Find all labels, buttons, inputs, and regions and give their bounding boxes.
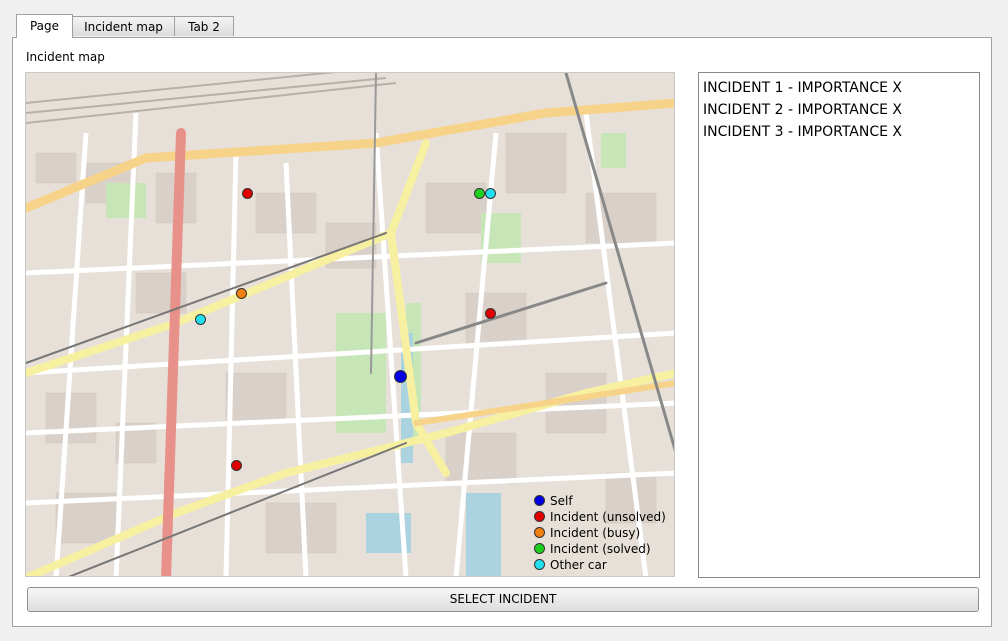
tab-page[interactable]: Page — [16, 14, 73, 38]
legend-item-solved: Incident (solved) — [532, 541, 672, 557]
legend-label: Other car — [550, 558, 607, 572]
legend-item-unsolved: Incident (unsolved) — [532, 509, 672, 525]
list-item[interactable]: INCIDENT 3 - IMPORTANCE X — [703, 121, 975, 143]
tab-tab-2[interactable]: Tab 2 — [174, 16, 234, 36]
legend-label: Incident (solved) — [550, 542, 651, 556]
incident-marker-unsolved[interactable] — [231, 460, 242, 471]
section-title: Incident map — [26, 50, 105, 64]
legend-dot-icon — [534, 527, 545, 538]
incident-marker-unsolved[interactable] — [485, 308, 496, 319]
legend-dot-icon — [534, 511, 545, 522]
tab-incident-map[interactable]: Incident map — [72, 16, 175, 36]
other-car-marker[interactable] — [485, 188, 496, 199]
tab-incident-map-label: Incident map — [84, 20, 163, 34]
list-item[interactable]: INCIDENT 1 - IMPORTANCE X — [703, 77, 975, 99]
legend-label: Self — [550, 494, 573, 508]
other-car-marker[interactable] — [195, 314, 206, 325]
legend-label: Incident (busy) — [550, 526, 641, 540]
legend-dot-icon — [534, 543, 545, 554]
legend-label: Incident (unsolved) — [550, 510, 666, 524]
incident-marker-solved[interactable] — [474, 188, 485, 199]
map-legend: Self Incident (unsolved) Incident (busy)… — [532, 493, 672, 573]
legend-item-self: Self — [532, 493, 672, 509]
legend-item-other-car: Other car — [532, 557, 672, 573]
legend-item-busy: Incident (busy) — [532, 525, 672, 541]
incident-list[interactable]: INCIDENT 1 - IMPORTANCE X INCIDENT 2 - I… — [698, 72, 980, 578]
tab-page-label: Page — [29, 19, 60, 33]
legend-dot-icon — [534, 559, 545, 570]
tab-tab-2-label: Tab 2 — [188, 20, 220, 34]
incident-marker-busy[interactable] — [236, 288, 247, 299]
legend-dot-icon — [534, 495, 545, 506]
self-marker[interactable] — [394, 370, 407, 383]
select-incident-button[interactable]: SELECT INCIDENT — [27, 587, 979, 612]
incident-map[interactable]: Self Incident (unsolved) Incident (busy)… — [25, 72, 675, 577]
incident-marker-unsolved[interactable] — [242, 188, 253, 199]
list-item[interactable]: INCIDENT 2 - IMPORTANCE X — [703, 99, 975, 121]
